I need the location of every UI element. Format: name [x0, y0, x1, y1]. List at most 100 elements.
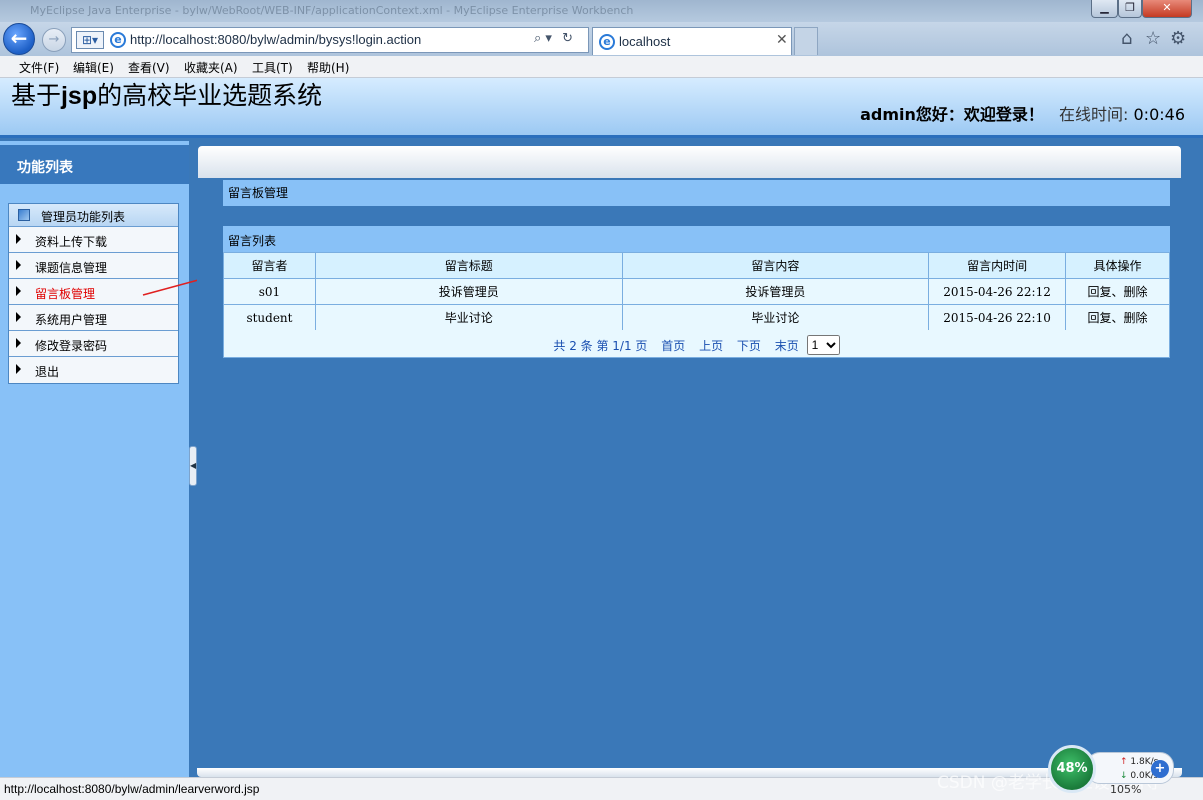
favorites-star-icon[interactable]: ☆ [1145, 28, 1161, 49]
arrow-right-icon [16, 286, 21, 296]
menu-file[interactable]: 文件(F) [19, 59, 59, 76]
sidebar-item-label: 系统用户管理 [35, 313, 108, 327]
cell-content: 投诉管理员 [621, 278, 930, 305]
cell-time: 2015-04-26 22:10 [928, 304, 1067, 331]
arrow-right-icon [16, 364, 21, 374]
next-page-link[interactable]: 下页 [737, 339, 761, 353]
list-title: 留言列表 [228, 234, 277, 248]
page-header: 基于jsp的高校毕业选题系统 admin您好：欢迎登录！ 在线时间: 0:0:4… [0, 78, 1203, 138]
menu-favorites[interactable]: 收藏夹(A) [184, 59, 238, 76]
sidebar-item-user-management[interactable]: 系统用户管理 [9, 305, 178, 331]
arrow-right-icon [16, 234, 21, 244]
window-title: MyEclipse Java Enterprise - bylw/WebRoot… [30, 4, 634, 17]
admin-menu-group[interactable]: 管理员功能列表 [9, 204, 178, 227]
site-title-bold: jsp [60, 82, 98, 110]
minimize-button[interactable]: ▁ [1091, 0, 1118, 18]
column-header-author: 留言者 [223, 252, 316, 279]
forward-button[interactable]: → [42, 28, 66, 52]
online-time-label: 在线时间: [1059, 105, 1129, 124]
sidebar-item-label: 课题信息管理 [35, 261, 108, 275]
sidebar-item-label: 资料上传下载 [35, 235, 108, 249]
dropdown-icon[interactable]: ▾ [545, 31, 552, 46]
table-row: s01 投诉管理员 投诉管理员 2015-04-26 22:12 回复、删除 [223, 278, 1170, 305]
sidebar-item-label: 退出 [35, 365, 60, 379]
sidebar-header: 功能列表 [0, 145, 189, 184]
section-title: 留言板管理 [228, 186, 289, 200]
refresh-icon[interactable]: ↻ [562, 31, 573, 46]
section-header: 留言板管理 [223, 180, 1170, 206]
back-button[interactable]: ← [3, 23, 35, 55]
sidebar-item-label: 留言板管理 [35, 287, 96, 301]
welcome-greeting: 您好：欢迎登录！ [915, 105, 1044, 124]
menu-tools[interactable]: 工具(T) [252, 59, 293, 76]
welcome-message: admin您好：欢迎登录！ 在线时间: 0:0:46 [860, 101, 1185, 125]
welcome-username: admin [860, 105, 916, 124]
cell-actions: 回复、删除 [1065, 304, 1170, 331]
reply-link[interactable]: 回复 [1087, 285, 1111, 299]
menu-group-label: 管理员功能列表 [41, 210, 126, 224]
tab-title[interactable]: localhost [619, 34, 670, 49]
sidebar-item-change-password[interactable]: 修改登录密码 [9, 331, 178, 357]
online-time-value: 0:0:46 [1133, 105, 1186, 124]
browser-menubar: 文件(F) 编辑(E) 查看(V) 收藏夹(A) 工具(T) 帮助(H) [0, 56, 1203, 78]
page-select[interactable]: 1 [806, 335, 840, 355]
menu-help[interactable]: 帮助(H) [307, 59, 349, 76]
vertical-scrollbar[interactable] [1185, 141, 1203, 777]
site-title: 基于jsp的高校毕业选题系统 [3, 81, 348, 111]
delete-link[interactable]: 删除 [1124, 285, 1148, 299]
pagination: 共 2 条 第 1/1 页 首页 上页 下页 末页 1 [223, 330, 1170, 358]
list-header: 留言列表 [223, 226, 1170, 252]
maximize-button[interactable]: ❐ [1118, 0, 1142, 18]
menu-group-icon [18, 209, 30, 221]
message-table: 留言者 留言标题 留言内容 留言内时间 具体操作 s01 投诉管理员 投诉管理员… [223, 252, 1170, 331]
search-icon[interactable]: ⌕ [534, 31, 541, 46]
sidebar-item-label: 修改登录密码 [35, 339, 108, 353]
action-separator: 、 [1111, 285, 1124, 299]
sidebar-item-logout[interactable]: 退出 [9, 357, 178, 383]
zoom-level[interactable]: 105% [1110, 783, 1141, 796]
column-header-title: 留言标题 [314, 252, 623, 279]
address-bar[interactable]: ⊞▾ e http://localhost:8080/bylw/admin/by… [71, 27, 589, 53]
settings-gear-icon[interactable]: ⚙ [1170, 28, 1186, 49]
prev-page-link[interactable]: 上页 [699, 339, 723, 353]
arrow-right-icon [16, 338, 21, 348]
arrow-right-icon [16, 260, 21, 270]
browser-navbar: ← → ⊞▾ e http://localhost:8080/bylw/admi… [0, 22, 1203, 56]
cell-author: student [223, 304, 316, 331]
table-row: student 毕业讨论 毕业讨论 2015-04-26 22:10 回复、删除 [223, 304, 1170, 331]
network-boost-icon[interactable]: + [1151, 760, 1169, 778]
menu-edit[interactable]: 编辑(E) [73, 59, 114, 76]
delete-link[interactable]: 删除 [1124, 311, 1148, 325]
menu-view[interactable]: 查看(V) [128, 59, 170, 76]
compat-view-icon[interactable]: ⊞▾ [76, 31, 104, 49]
reply-link[interactable]: 回复 [1087, 311, 1111, 325]
browser-tab[interactable]: e localhost ✕ [592, 27, 792, 55]
cell-actions: 回复、删除 [1065, 278, 1170, 305]
new-tab-button[interactable] [794, 27, 818, 55]
tab-close-icon[interactable]: ✕ [776, 32, 788, 48]
address-url[interactable]: http://localhost:8080/bylw/admin/bysys!l… [130, 32, 421, 47]
close-window-button[interactable]: ✕ [1142, 0, 1192, 18]
site-title-prefix: 基于 [10, 81, 61, 110]
ie-favicon-icon: e [110, 32, 126, 48]
column-header-actions: 具体操作 [1065, 252, 1170, 279]
download-arrow-icon: ↓ [1120, 771, 1128, 781]
sidebar: 功能列表 管理员功能列表 资料上传下载 课题信息管理 留言板管理 系统用户管理 … [0, 141, 189, 777]
site-title-suffix: 的高校毕业选题系统 [97, 81, 323, 110]
first-page-link[interactable]: 首页 [661, 339, 685, 353]
home-icon[interactable]: ⌂ [1121, 28, 1132, 49]
address-tools[interactable]: ⌕ ▾ ↻ [534, 31, 573, 46]
status-url: http://localhost:8080/bylw/admin/learver… [4, 782, 260, 796]
last-page-link[interactable]: 末页 [775, 339, 799, 353]
cell-time: 2015-04-26 22:12 [928, 278, 1067, 305]
cell-title: 投诉管理员 [314, 278, 623, 305]
upload-arrow-icon: ↑ [1120, 757, 1128, 767]
sidebar-collapse-handle[interactable]: ◀ [189, 446, 197, 486]
network-gauge[interactable]: 48% [1048, 745, 1096, 793]
cell-author: s01 [223, 278, 316, 305]
column-header-time: 留言内时间 [928, 252, 1067, 279]
cell-content: 毕业讨论 [621, 304, 930, 331]
column-header-content: 留言内容 [621, 252, 930, 279]
tab-favicon-icon: e [599, 34, 615, 50]
cell-title: 毕业讨论 [314, 304, 623, 331]
